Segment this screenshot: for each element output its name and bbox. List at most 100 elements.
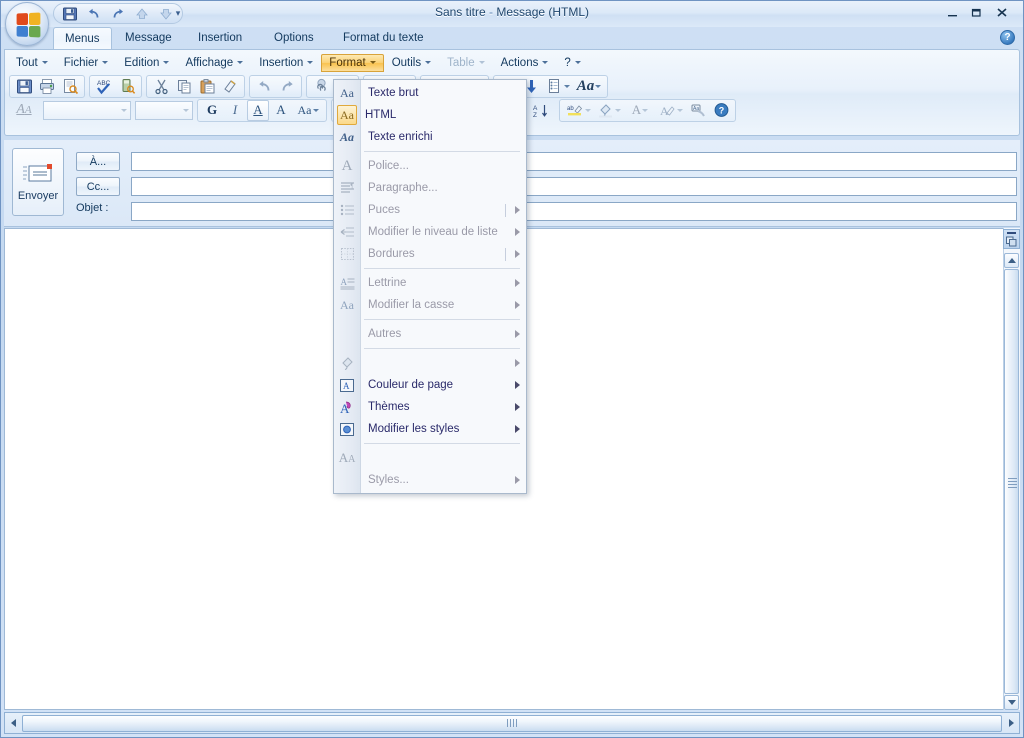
- font-size-icon[interactable]: Aa: [574, 76, 604, 97]
- cc-button[interactable]: Cc...: [76, 177, 120, 196]
- save-icon[interactable]: [13, 76, 35, 97]
- print-icon[interactable]: [36, 76, 58, 97]
- shading-icon[interactable]: [594, 100, 624, 121]
- text-highlight-icon[interactable]: ab: [563, 100, 593, 121]
- outlook-message-window: Sans titre - Message (HTML) ▾ Menus Mess…: [0, 0, 1024, 738]
- tab-format-du-texte[interactable]: Format du texte: [332, 27, 435, 49]
- scroll-grip: [507, 719, 517, 727]
- insert-hyperlink-icon[interactable]: [310, 76, 332, 97]
- help-icon[interactable]: ?: [710, 100, 732, 121]
- scroll-down-button[interactable]: [1004, 695, 1019, 710]
- svg-text:A: A: [340, 277, 347, 287]
- to-input[interactable]: [131, 152, 1017, 171]
- menu-affichage[interactable]: Affichage: [177, 54, 251, 72]
- chevron-down-icon: [677, 108, 683, 112]
- scroll-up-button[interactable]: [1004, 253, 1019, 268]
- underline-icon[interactable]: A: [247, 99, 269, 121]
- cc-button-label: Cc...: [86, 180, 110, 193]
- vertical-scroll-thumb[interactable]: [1004, 269, 1019, 694]
- menu-help[interactable]: ?: [556, 54, 588, 72]
- menu-item-themes[interactable]: A Couleur de page: [334, 374, 526, 396]
- window-title-rest: Message (HTML): [496, 5, 590, 19]
- menu-item-html[interactable]: Aa HTML: [334, 104, 526, 126]
- tab-message[interactable]: Message: [114, 27, 183, 49]
- subject-label: Objet :: [76, 202, 109, 214]
- redo-icon[interactable]: [108, 5, 128, 23]
- font-size-combo[interactable]: [135, 100, 193, 120]
- menu-label: Edition: [124, 56, 160, 69]
- menu-label: Actions: [500, 56, 539, 69]
- menu-fichier[interactable]: Fichier: [56, 54, 117, 72]
- menu-outils[interactable]: Outils: [384, 54, 439, 72]
- tab-menus[interactable]: Menus: [53, 27, 112, 49]
- scroll-right-button[interactable]: [1003, 714, 1019, 732]
- tab-options[interactable]: Options: [263, 27, 325, 49]
- menu-item-police: A Police...: [334, 155, 526, 177]
- cc-input[interactable]: [131, 177, 1017, 196]
- font-color-icon[interactable]: A: [270, 100, 292, 121]
- undo-icon[interactable]: [84, 5, 104, 23]
- italic-icon[interactable]: I: [224, 100, 246, 121]
- submenu-arrow-icon: [508, 206, 526, 214]
- menu-edition[interactable]: Edition: [116, 54, 177, 72]
- send-button[interactable]: Envoyer: [12, 148, 64, 216]
- font-name-combo[interactable]: [43, 100, 131, 120]
- subject-input[interactable]: [131, 202, 1017, 221]
- maximize-button[interactable]: [965, 3, 987, 21]
- submenu-arrow-icon: [508, 476, 526, 484]
- sort-az-icon[interactable]: A Z: [529, 100, 551, 121]
- select-browse-object-icon[interactable]: [1003, 229, 1020, 249]
- chevron-down-icon: [564, 84, 570, 88]
- previous-item-icon[interactable]: [132, 5, 152, 23]
- spelling-check-icon[interactable]: ABC: [93, 76, 115, 97]
- tab-label: Format du texte: [343, 32, 424, 44]
- menu-label: Tout: [16, 56, 38, 69]
- horizontal-scroll-thumb[interactable]: [22, 714, 1002, 732]
- menu-label: Insertion: [259, 56, 304, 69]
- text-effects-icon[interactable]: Aa: [293, 100, 323, 121]
- to-button[interactable]: À...: [76, 152, 120, 171]
- to-button-label: À...: [89, 155, 107, 168]
- submenu-arrow-icon: [508, 403, 526, 411]
- menu-tout[interactable]: Tout: [8, 54, 56, 72]
- horizontal-scrollbar[interactable]: [4, 712, 1020, 734]
- chevron-down-icon: [312, 108, 319, 112]
- tab-insertion[interactable]: Insertion: [187, 27, 253, 49]
- svg-text:A: A: [533, 105, 538, 112]
- title-bar: Sans titre - Message (HTML) ▾: [1, 1, 1023, 46]
- svg-text:?: ?: [718, 105, 724, 115]
- menu-item-modifier-les-styles[interactable]: A Thèmes: [334, 396, 526, 418]
- copy-icon[interactable]: [173, 76, 195, 97]
- clear-formatting-icon[interactable]: A: [656, 100, 686, 121]
- menu-insertion[interactable]: Insertion: [251, 54, 321, 72]
- menu-actions[interactable]: Actions: [493, 54, 557, 72]
- menu-item-modifier-casse: Aa Modifier la casse: [334, 294, 526, 316]
- scroll-left-button[interactable]: [5, 714, 21, 732]
- help-icon[interactable]: ?: [1000, 30, 1015, 45]
- classic-menu-bar: Tout Fichier Edition Affichage Insertion…: [8, 53, 589, 72]
- menu-item-label: Puces: [368, 204, 400, 216]
- research-icon[interactable]: [116, 76, 138, 97]
- close-button[interactable]: [991, 3, 1013, 21]
- change-case-icon: Aa: [340, 297, 354, 312]
- format-painter-icon[interactable]: [219, 76, 241, 97]
- quick-access-more-icon[interactable]: ▾: [171, 6, 185, 20]
- menu-format[interactable]: Format: [321, 53, 384, 72]
- print-preview-icon[interactable]: [59, 76, 81, 97]
- undo-icon[interactable]: [253, 76, 275, 97]
- chevron-down-icon: [237, 61, 244, 64]
- menu-item-effets[interactable]: Modifier les styles: [334, 418, 526, 440]
- none-icon: [334, 469, 360, 491]
- menu-item-texte-enrichi[interactable]: Aa Texte enrichi: [334, 126, 526, 148]
- redo-icon[interactable]: [276, 76, 298, 97]
- menu-item-texte-brut[interactable]: Aa Texte brut: [334, 82, 526, 104]
- save-icon[interactable]: [60, 5, 80, 23]
- cut-icon[interactable]: [150, 76, 172, 97]
- attach-file-icon[interactable]: [543, 76, 573, 97]
- bold-icon[interactable]: G: [201, 100, 223, 121]
- minimize-button[interactable]: [941, 3, 963, 21]
- font-color2-icon[interactable]: A: [625, 100, 655, 121]
- submenu-arrow-icon: [508, 279, 526, 287]
- paste-icon[interactable]: [196, 76, 218, 97]
- format-copy-icon[interactable]: Aa: [687, 100, 709, 121]
